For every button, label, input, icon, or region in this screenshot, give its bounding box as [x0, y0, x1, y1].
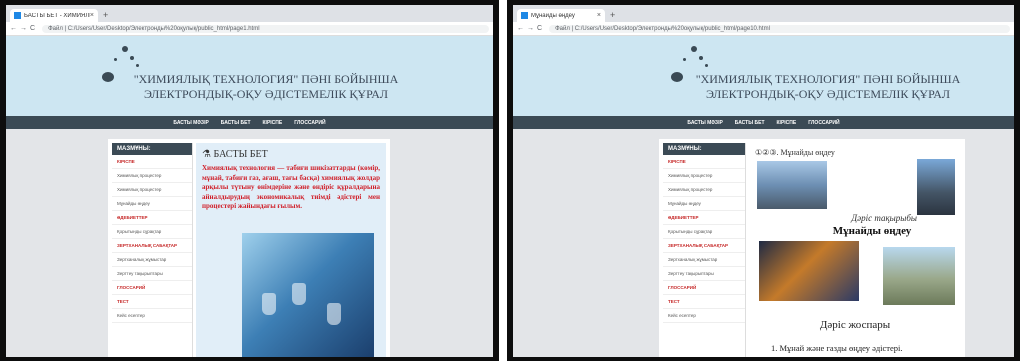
site-banner: "ХИМИЯЛЫҚ ТЕХНОЛОГИЯ" ПӘНІ БОЙЫНША ЭЛЕКТ…: [513, 36, 1014, 116]
sidebar-item[interactable]: Мұнайды өңдеу: [112, 197, 192, 211]
sidebar-item[interactable]: ЗЕРТХАНАЛЫҚ САБАҚТАР: [663, 239, 745, 253]
site-title-line1: "ХИМИЯЛЫҚ ТЕХНОЛОГИЯ" ПӘНІ БОЙЫНША: [133, 72, 399, 86]
sidebar-item[interactable]: Химиялық процестер: [112, 183, 192, 197]
main-content: ①②③. Мұнайды өңдеу Дәріс тақырыбы Мұнайд…: [749, 143, 961, 357]
sidebar-item[interactable]: Қорытынды сұрақтар: [112, 225, 192, 239]
tab-title: Мұнайды өңдеу: [531, 12, 575, 19]
sidebar-item[interactable]: Зерттеу тақырыптары: [663, 267, 745, 281]
browser-tab[interactable]: БАСТЫ БЕТ - ХИМИЯЛЫҚ Т ×: [10, 9, 98, 22]
sidebar-item[interactable]: Химиялық процестер: [663, 169, 745, 183]
close-tab-icon[interactable]: ×: [90, 12, 94, 19]
lab-image: [242, 233, 374, 357]
sidebar: МАЗМҰНЫ: КІРІСПЕ Химиялық процестер Хими…: [663, 143, 746, 357]
lecture-topic-label: Дәріс тақырыбы: [851, 213, 917, 223]
sidebar-item[interactable]: Мұнайды өңдеу: [663, 197, 745, 211]
sidebar-item[interactable]: КІРІСПЕ: [112, 155, 192, 169]
page-heading-text: БАСТЫ БЕТ: [213, 149, 268, 160]
sidebar-item[interactable]: ГЛОССАРИЙ: [663, 281, 745, 295]
page-heading: ①②③. Мұнайды өңдеу: [755, 148, 835, 157]
right-screenshot: Мұнайды өңдеу × + ←→C Файл | C:/Users/Us…: [507, 0, 1020, 361]
sidebar-item[interactable]: Зертханалық жұмыстар: [112, 253, 192, 267]
content-panel: МАЗМҰНЫ: КІРІСПЕ Химиялық процестер Хими…: [108, 139, 390, 357]
sidebar-item[interactable]: Кейс есептер: [112, 309, 192, 323]
tab-title: БАСТЫ БЕТ - ХИМИЯЛЫҚ Т: [24, 12, 90, 19]
flask-icon: ⚗: [202, 149, 214, 160]
tab-bar: Мұнайды өңдеу × +: [513, 5, 1014, 22]
sidebar-item[interactable]: ГЛОССАРИЙ: [112, 281, 192, 295]
browser-tab[interactable]: Мұнайды өңдеу ×: [517, 9, 605, 22]
url-field[interactable]: Файл | C:/Users/User/Desktop/Электронды%…: [42, 24, 489, 33]
refinery-image: [757, 161, 827, 209]
favicon-icon: [521, 12, 528, 19]
sidebar-item[interactable]: Химиялық процестер: [663, 183, 745, 197]
nav-arrows-icon[interactable]: ←→C: [10, 25, 38, 32]
page-stage: МАЗМҰНЫ: КІРІСПЕ Химиялық процестер Хими…: [513, 129, 1014, 357]
site-title-line2: ЭЛЕКТРОНДЫҚ-ОҚУ ӘДІСТЕМЕЛІК ҚҰРАЛ: [705, 87, 951, 101]
sidebar-item[interactable]: Кейс есептер: [663, 309, 745, 323]
site-banner: "ХИМИЯЛЫҚ ТЕХНОЛОГИЯ" ПӘНІ БОЙЫНША ЭЛЕКТ…: [6, 36, 493, 116]
left-screenshot: БАСТЫ БЕТ - ХИМИЯЛЫҚ Т × + ←→C Файл | C:…: [0, 0, 499, 361]
url-field[interactable]: Файл | C:/Users/User/Desktop/Электронды%…: [549, 24, 1010, 33]
address-bar: ←→C Файл | C:/Users/User/Desktop/Электро…: [513, 22, 1014, 36]
new-tab-icon[interactable]: +: [103, 9, 108, 22]
page-heading: ⚗ БАСТЫ БЕТ: [202, 149, 380, 160]
sidebar-item[interactable]: КІРІСПЕ: [663, 155, 745, 169]
sidebar-item[interactable]: ӘДЕБИЕТТЕР: [663, 211, 745, 225]
favicon-icon: [14, 12, 21, 19]
lecture-topic: Мұнайды өңдеу: [832, 225, 912, 237]
lecture-plan-item: 1. Мұнай және газды өңдеу әдістері.: [771, 343, 903, 353]
main-menu: БАСТЫ МӘЗІР БАСТЫ БЕТ КІРІСПЕ ГЛОССАРИЙ: [513, 116, 1014, 130]
plant-day-image: [883, 247, 955, 305]
menu-glossary[interactable]: ГЛОССАРИЙ: [808, 120, 839, 126]
sidebar-item[interactable]: Зерттеу тақырыптары: [112, 267, 192, 281]
main-menu: БАСТЫ МӘЗІР БАСТЫ БЕТ КІРІСПЕ ГЛОССАРИЙ: [6, 116, 493, 130]
tower-image: [917, 159, 955, 215]
menu-main[interactable]: БАСТЫ МӘЗІР: [687, 120, 722, 126]
plant-night-image: [759, 241, 859, 301]
menu-intro[interactable]: КІРІСПЕ: [263, 120, 283, 126]
sidebar-item[interactable]: ТЕСТ: [663, 295, 745, 309]
site-title: "ХИМИЯЛЫҚ ТЕХНОЛОГИЯ" ПӘНІ БОЙЫНША ЭЛЕКТ…: [678, 72, 978, 102]
nav-arrows-icon[interactable]: ←→C: [517, 25, 545, 32]
close-tab-icon[interactable]: ×: [597, 12, 601, 19]
sidebar-head: МАЗМҰНЫ:: [663, 143, 745, 155]
browser-window: Мұнайды өңдеу × + ←→C Файл | C:/Users/Us…: [513, 5, 1014, 357]
menu-home[interactable]: БАСТЫ БЕТ: [735, 120, 765, 126]
sidebar-item[interactable]: Зертханалық жұмыстар: [663, 253, 745, 267]
menu-glossary[interactable]: ГЛОССАРИЙ: [294, 120, 325, 126]
menu-intro[interactable]: КІРІСПЕ: [777, 120, 797, 126]
page-stage: МАЗМҰНЫ: КІРІСПЕ Химиялық процестер Хими…: [6, 129, 493, 357]
sidebar-item[interactable]: ЗЕРТХАНАЛЫҚ САБАҚТАР: [112, 239, 192, 253]
lecture-plan-title: Дәріс жоспары: [819, 319, 891, 331]
main-content: ⚗ БАСТЫ БЕТ Химиялық технология — табиғи…: [196, 143, 386, 357]
site-title-line1: "ХИМИЯЛЫҚ ТЕХНОЛОГИЯ" ПӘНІ БОЙЫНША: [695, 72, 961, 86]
content-panel: МАЗМҰНЫ: КІРІСПЕ Химиялық процестер Хими…: [659, 139, 965, 357]
intro-paragraph: Химиялық технология — табиғи шикізаттард…: [202, 164, 380, 210]
browser-window: БАСТЫ БЕТ - ХИМИЯЛЫҚ Т × + ←→C Файл | C:…: [6, 5, 493, 357]
sidebar-item[interactable]: ӘДЕБИЕТТЕР: [112, 211, 192, 225]
site-title-line2: ЭЛЕКТРОНДЫҚ-ОҚУ ӘДІСТЕМЕЛІК ҚҰРАЛ: [143, 87, 389, 101]
tab-bar: БАСТЫ БЕТ - ХИМИЯЛЫҚ Т × +: [6, 5, 493, 22]
site-title: "ХИМИЯЛЫҚ ТЕХНОЛОГИЯ" ПӘНІ БОЙЫНША ЭЛЕКТ…: [116, 72, 416, 102]
sidebar-item[interactable]: ТЕСТ: [112, 295, 192, 309]
sidebar-item[interactable]: Қорытынды сұрақтар: [663, 225, 745, 239]
sidebar-head: МАЗМҰНЫ:: [112, 143, 192, 155]
address-bar: ←→C Файл | C:/Users/User/Desktop/Электро…: [6, 22, 493, 36]
sidebar: МАЗМҰНЫ: КІРІСПЕ Химиялық процестер Хими…: [112, 143, 193, 357]
menu-home[interactable]: БАСТЫ БЕТ: [221, 120, 251, 126]
sidebar-item[interactable]: Химиялық процестер: [112, 169, 192, 183]
menu-main[interactable]: БАСТЫ МӘЗІР: [173, 120, 208, 126]
new-tab-icon[interactable]: +: [610, 9, 615, 22]
